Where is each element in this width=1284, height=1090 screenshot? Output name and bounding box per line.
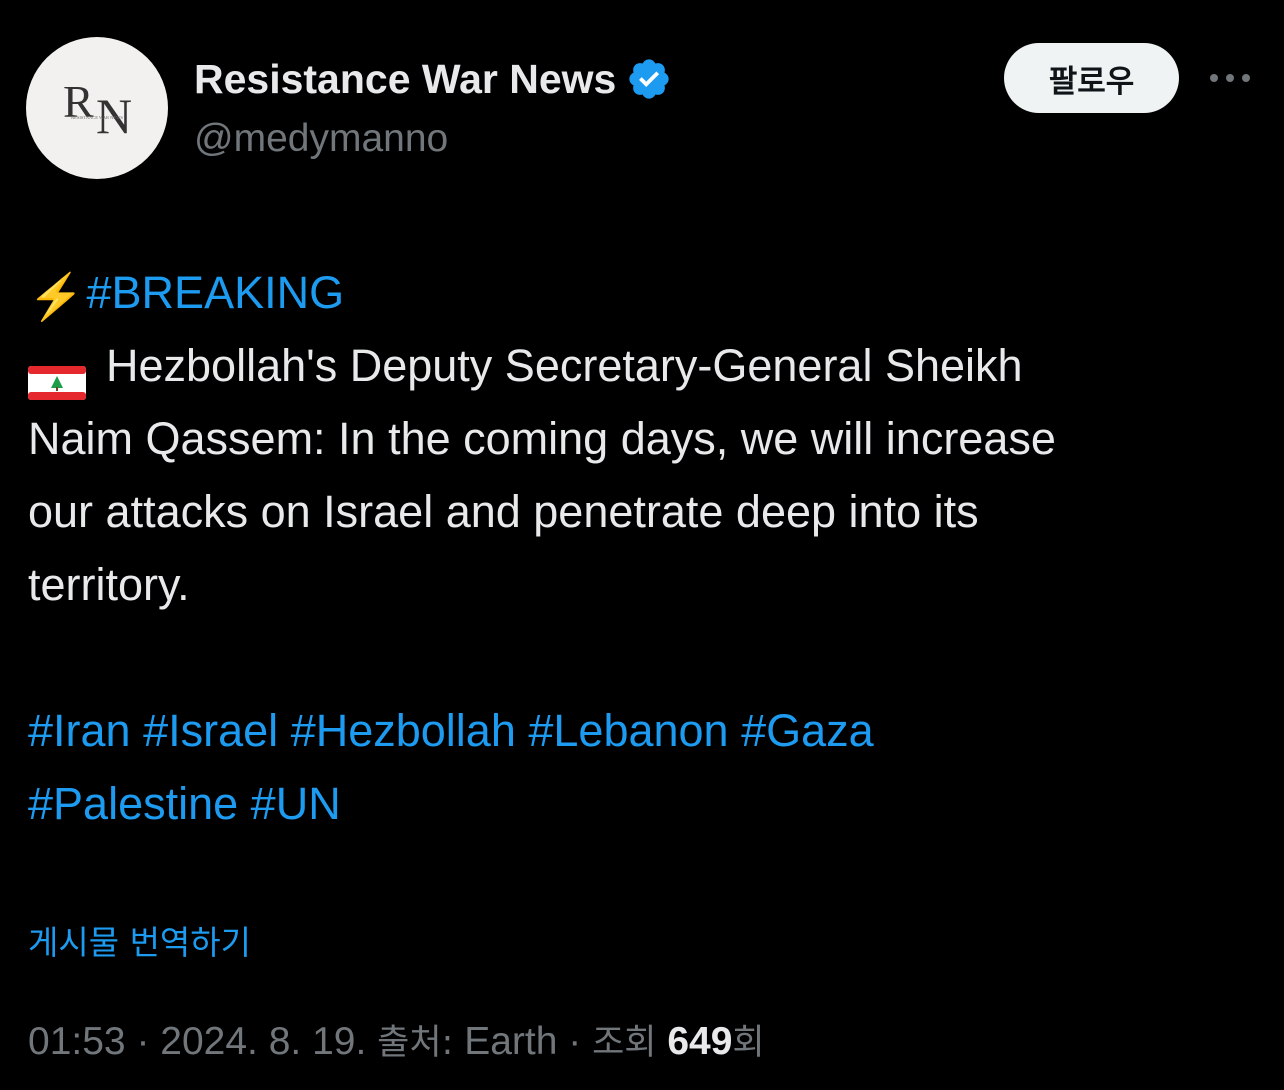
verified-badge-icon xyxy=(626,56,672,102)
tweet-body-line-1: Hezbollah's Deputy Secretary-General She… xyxy=(106,340,1023,391)
tweet-meta: 01:53 · 2024. 8. 19. 출처: Earth · 조회 649회 xyxy=(28,1014,765,1071)
avatar[interactable]: R N RESISTANCE WAR NEWS xyxy=(26,37,168,179)
hashtags-line-2: #Palestine #UN xyxy=(28,767,1264,840)
avatar-caption: RESISTANCE WAR NEWS xyxy=(71,115,123,120)
lightning-icon: ⚡ xyxy=(28,270,85,322)
views-count: 649 xyxy=(667,1020,733,1063)
author-display-name[interactable]: Resistance War News xyxy=(194,54,616,104)
hashtag-iran[interactable]: #Iran xyxy=(28,705,131,756)
hashtag-palestine[interactable]: #Palestine xyxy=(28,778,238,829)
breaking-line: ⚡ #BREAKING xyxy=(28,256,1264,329)
author-display-name-row[interactable]: Resistance War News xyxy=(194,54,672,104)
tweet-time[interactable]: 01:53 xyxy=(28,1020,126,1063)
views-label: 조회 xyxy=(592,1023,657,1063)
more-horizontal-icon xyxy=(1210,74,1250,82)
tweet-body-line-2: Naim Qassem: In the coming days, we will… xyxy=(28,413,1056,464)
meta-separator-2: · xyxy=(557,1020,593,1063)
author-handle[interactable]: @medymanno xyxy=(194,114,448,164)
hashtag-gaza[interactable]: #Gaza xyxy=(741,705,874,756)
tweet-date[interactable]: 2024. 8. 19. xyxy=(160,1020,366,1063)
lebanon-flag-icon xyxy=(28,348,86,401)
translate-post-link[interactable]: 게시물 번역하기 xyxy=(28,918,251,968)
tweet-source: Earth xyxy=(464,1020,558,1063)
views-suffix: 회 xyxy=(732,1023,765,1063)
more-options-button[interactable] xyxy=(1206,60,1254,96)
tweet-body-line-3: our attacks on Israel and penetrate deep… xyxy=(28,486,979,537)
tweet-text: ⚡ #BREAKING Hezbollah's Deputy Secretary… xyxy=(28,256,1264,840)
hashtag-hezbollah[interactable]: #Hezbollah xyxy=(291,705,516,756)
hashtag-lebanon[interactable]: #Lebanon xyxy=(528,705,728,756)
tweet-body-line: Hezbollah's Deputy Secretary-General She… xyxy=(28,329,1264,402)
meta-separator: · xyxy=(125,1020,161,1063)
hashtags-line-1: #Iran #Israel #Hezbollah #Lebanon #Gaza xyxy=(28,694,1264,767)
hashtag-un[interactable]: #UN xyxy=(251,778,341,829)
follow-button[interactable]: 팔로우 xyxy=(1004,43,1179,113)
tweet-body-line-4: territory. xyxy=(28,559,190,610)
hashtag-breaking[interactable]: #BREAKING xyxy=(87,267,345,318)
hashtag-israel[interactable]: #Israel xyxy=(143,705,278,756)
source-label: 출처: xyxy=(377,1023,454,1063)
